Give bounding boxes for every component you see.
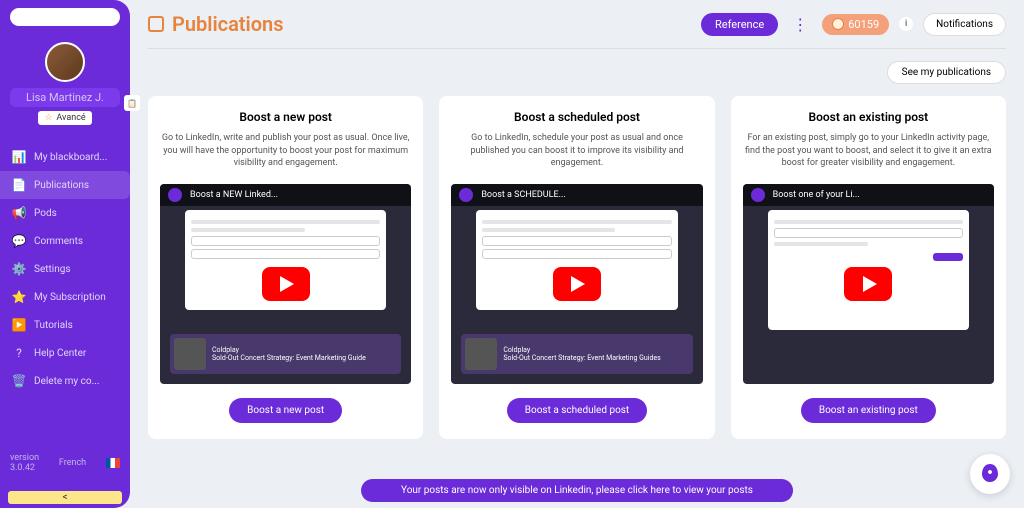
video-title: Boost a SCHEDULE... <box>481 190 565 200</box>
search-input[interactable] <box>10 8 120 26</box>
help-float-button[interactable] <box>970 454 1010 494</box>
nav-subscription[interactable]: ⭐My Subscription <box>0 283 130 311</box>
card-description: Go to LinkedIn, schedule your post as us… <box>451 132 702 172</box>
card-title: Boost an existing post <box>743 110 994 124</box>
sidebar-nav: 📊My blackboard... 📄Publications 📢Pods 💬C… <box>0 143 130 443</box>
notifications-button[interactable]: Notifications <box>923 13 1006 36</box>
coin-icon <box>832 18 844 30</box>
card-description: Go to LinkedIn, write and publish your p… <box>160 132 411 172</box>
document-icon: 📄 <box>12 178 26 192</box>
card-title: Boost a scheduled post <box>451 110 702 124</box>
user-name: Lisa Martinez J. <box>10 88 120 107</box>
user-level-badge: ☆Avancé <box>38 111 91 125</box>
boost-new-button[interactable]: Boost a new post <box>229 398 342 423</box>
header-actions: Reference ⋮ 60159 i Notifications <box>701 13 1006 36</box>
page-header: Publications Reference ⋮ 60159 i Notific… <box>148 12 1006 49</box>
video-thumbnail[interactable]: Boost one of your Li... <box>743 184 994 384</box>
video-avatar-icon <box>751 188 765 202</box>
video-thumbnail[interactable]: Boost a SCHEDULE... ColdplaySold-Out Con… <box>451 184 702 384</box>
card-boost-existing: Boost an existing post For an existing p… <box>731 96 1006 439</box>
version-number: 3.0.42 <box>10 463 39 473</box>
star-icon: ⭐ <box>12 290 26 304</box>
play-icon <box>844 267 892 301</box>
see-publications-row: See my publications <box>148 61 1006 84</box>
card-description: For an existing post, simply go to your … <box>743 132 994 172</box>
linkedin-banner[interactable]: Your posts are now only visible on Linke… <box>361 479 793 502</box>
sidebar-collapse[interactable]: < <box>8 491 122 504</box>
video-thumbnail[interactable]: Boost a NEW Linked... ColdplaySold-Out C… <box>160 184 411 384</box>
boost-scheduled-button[interactable]: Boost a scheduled post <box>507 398 647 423</box>
trash-icon: 🗑️ <box>12 374 26 388</box>
video-title: Boost one of your Li... <box>773 190 860 200</box>
bird-icon <box>978 462 1002 486</box>
language-selector[interactable]: French <box>59 458 86 468</box>
version-label: version <box>10 453 39 463</box>
play-icon <box>553 267 601 301</box>
nav-tutorials[interactable]: ▶️Tutorials <box>0 311 130 339</box>
nav-help[interactable]: ?Help Center <box>0 339 130 367</box>
chat-icon: 💬 <box>12 234 26 248</box>
sidebar: Lisa Martinez J. ☆Avancé 📋 📊My blackboar… <box>0 0 130 508</box>
nav-comments[interactable]: 💬Comments <box>0 227 130 255</box>
flag-icon <box>106 458 120 468</box>
video-avatar-icon <box>168 188 182 202</box>
chart-icon: 📊 <box>12 150 26 164</box>
nav-settings[interactable]: ⚙️Settings <box>0 255 130 283</box>
user-avatar[interactable] <box>45 42 85 82</box>
see-publications-button[interactable]: See my publications <box>887 61 1006 84</box>
help-icon: ? <box>12 346 26 360</box>
play-icon: ▶️ <box>12 318 26 332</box>
more-menu[interactable]: ⋮ <box>788 15 812 34</box>
page-title: Publications <box>148 12 284 36</box>
nav-pods[interactable]: 📢Pods <box>0 199 130 227</box>
card-boost-new: Boost a new post Go to LinkedIn, write a… <box>148 96 423 439</box>
points-counter: 60159 <box>822 14 889 35</box>
card-boost-scheduled: Boost a scheduled post Go to LinkedIn, s… <box>439 96 714 439</box>
reference-button[interactable]: Reference <box>701 13 778 36</box>
nav-publications[interactable]: 📄Publications <box>0 171 130 199</box>
nav-blackboard[interactable]: 📊My blackboard... <box>0 143 130 171</box>
publications-icon <box>148 16 164 32</box>
play-icon <box>262 267 310 301</box>
star-icon: ☆ <box>44 113 52 123</box>
sidebar-footer: version 3.0.42 French <box>0 443 130 487</box>
info-icon[interactable]: i <box>899 17 913 31</box>
cards-row: Boost a new post Go to LinkedIn, write a… <box>148 96 1006 439</box>
card-title: Boost a new post <box>160 110 411 124</box>
megaphone-icon: 📢 <box>12 206 26 220</box>
video-title: Boost a NEW Linked... <box>190 190 278 200</box>
boost-existing-button[interactable]: Boost an existing post <box>801 398 936 423</box>
gear-icon: ⚙️ <box>12 262 26 276</box>
nav-delete[interactable]: 🗑️Delete my co... <box>0 367 130 395</box>
main-content: Publications Reference ⋮ 60159 i Notific… <box>130 0 1024 508</box>
video-avatar-icon <box>459 188 473 202</box>
